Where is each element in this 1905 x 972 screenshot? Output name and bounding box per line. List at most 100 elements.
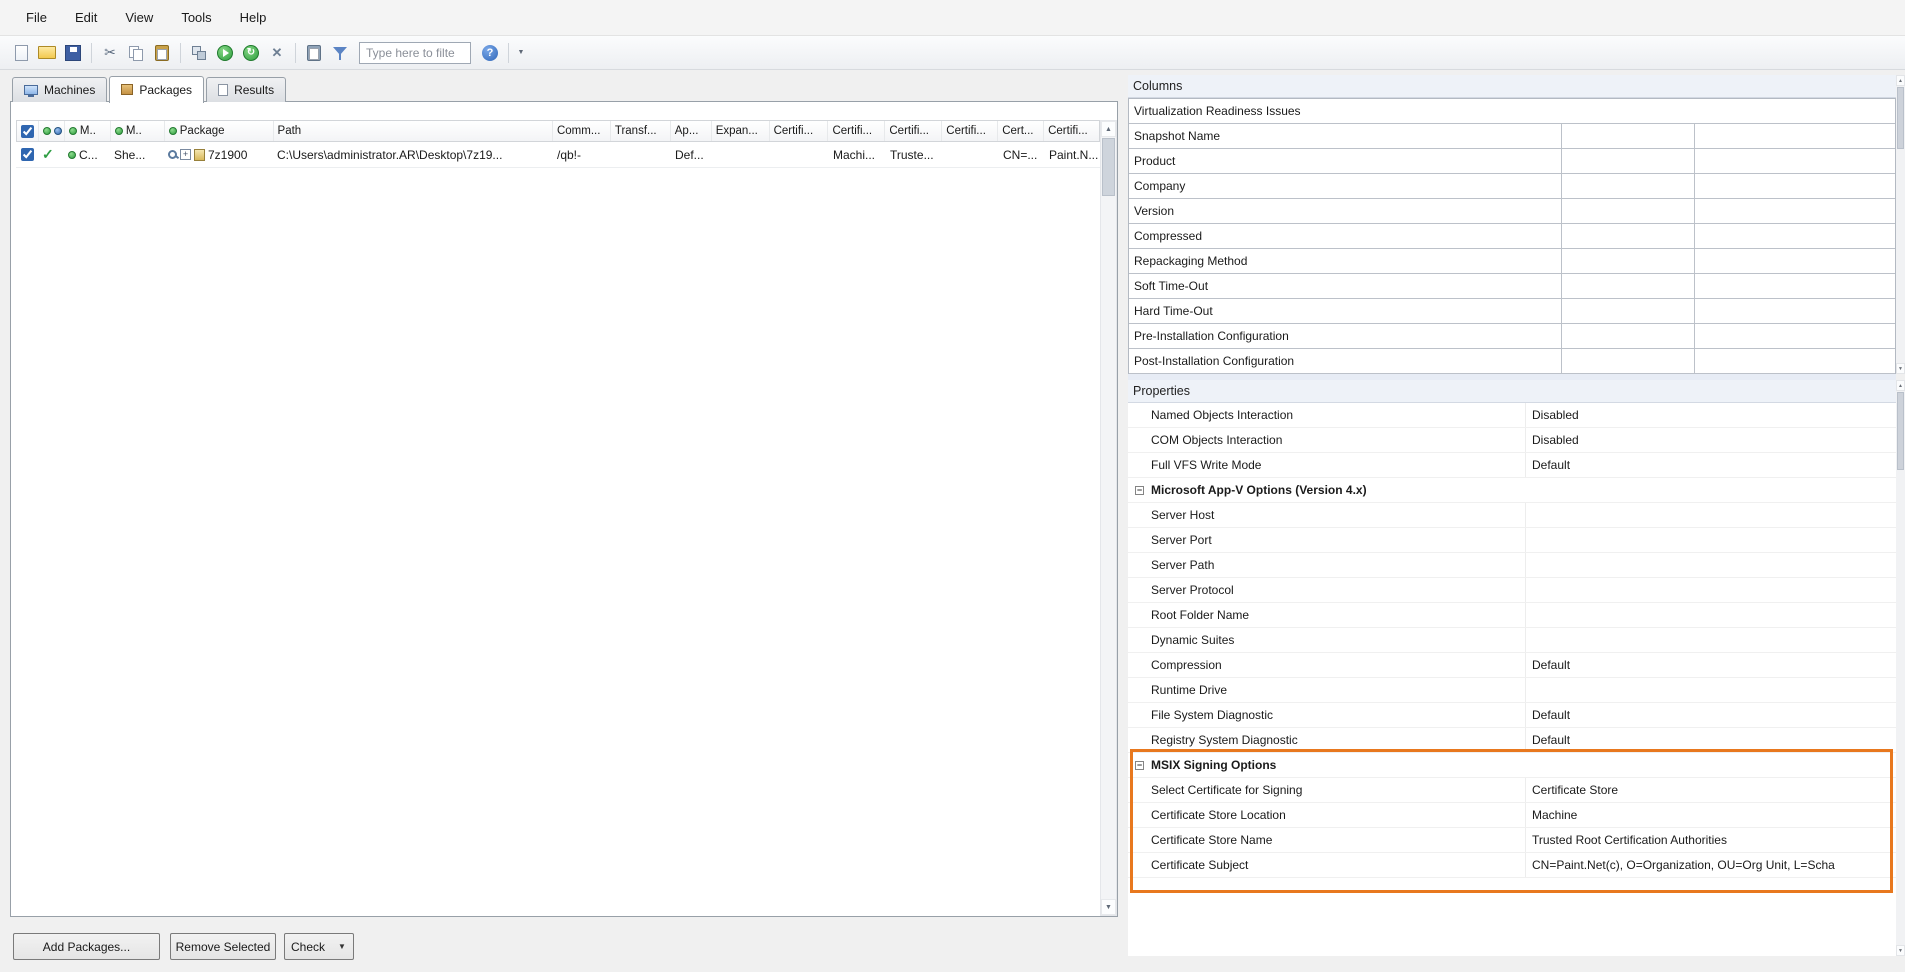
column-header-transform[interactable]: Transf... — [611, 121, 671, 141]
property-row[interactable]: Dynamic Suites — [1128, 628, 1896, 653]
property-row[interactable]: Server Port — [1128, 528, 1896, 553]
copy-icon[interactable] — [124, 41, 148, 65]
columns-row[interactable]: Virtualization Readiness Issues — [1129, 99, 1895, 124]
tab-results[interactable]: Results — [206, 77, 286, 102]
columns-row[interactable]: Hard Time-Out — [1129, 299, 1895, 324]
columns-row[interactable]: Version — [1129, 199, 1895, 224]
menu-edit[interactable]: Edit — [61, 0, 111, 36]
property-value[interactable] — [1525, 628, 1896, 652]
row-checkbox[interactable] — [21, 148, 34, 161]
toolbar-options-icon[interactable]: ▼ — [514, 41, 528, 65]
columns-row[interactable]: Snapshot Name — [1129, 124, 1895, 149]
property-value[interactable] — [1525, 578, 1896, 602]
select-all-checkbox[interactable] — [21, 125, 34, 138]
property-row[interactable]: Select Certificate for SigningCertificat… — [1128, 778, 1896, 803]
column-header-cert3[interactable]: Certifi... — [885, 121, 942, 141]
column-header-cert1[interactable]: Certifi... — [770, 121, 829, 141]
property-value[interactable] — [1525, 678, 1896, 702]
property-row[interactable]: COM Objects InteractionDisabled — [1128, 428, 1896, 453]
column-header-expansion[interactable]: Expan... — [712, 121, 770, 141]
scrollbar-thumb[interactable] — [1897, 87, 1904, 149]
add-packages-button[interactable]: Add Packages... — [13, 933, 160, 960]
property-value[interactable]: Default — [1525, 728, 1896, 752]
property-section-row[interactable]: − Microsoft App-V Options (Version 4.x) — [1128, 478, 1896, 503]
property-row[interactable]: Registry System DiagnosticDefault — [1128, 728, 1896, 753]
scroll-down-icon[interactable]: ▼ — [1896, 363, 1905, 374]
columns-scrollbar[interactable]: ▲ ▼ — [1896, 75, 1905, 374]
column-header-appv[interactable]: Ap... — [671, 121, 712, 141]
property-value[interactable]: Default — [1525, 703, 1896, 727]
scrollbar-thumb[interactable] — [1897, 392, 1904, 470]
new-icon[interactable] — [9, 41, 33, 65]
columns-row[interactable]: Product — [1129, 149, 1895, 174]
property-value[interactable] — [1525, 603, 1896, 627]
property-row[interactable]: CompressionDefault — [1128, 653, 1896, 678]
cut-icon[interactable]: ✂ — [98, 41, 122, 65]
tab-machines[interactable]: Machines — [12, 77, 107, 102]
column-header-command[interactable]: Comm... — [553, 121, 611, 141]
filter-input[interactable] — [359, 42, 471, 64]
property-row[interactable]: Named Objects InteractionDisabled — [1128, 403, 1896, 428]
expand-icon[interactable]: + — [180, 149, 191, 160]
windows-icon[interactable] — [187, 41, 211, 65]
property-row[interactable]: Root Folder Name — [1128, 603, 1896, 628]
scroll-down-icon[interactable]: ▼ — [1896, 945, 1905, 956]
property-row[interactable]: Certificate Store NameTrusted Root Certi… — [1128, 828, 1896, 853]
scrollbar-thumb[interactable] — [1102, 138, 1115, 196]
scroll-up-icon[interactable]: ▲ — [1896, 380, 1905, 391]
column-header-cert4[interactable]: Certifi... — [942, 121, 998, 141]
property-value[interactable] — [1525, 528, 1896, 552]
menu-file[interactable]: File — [12, 0, 61, 36]
property-value[interactable]: Trusted Root Certification Authorities — [1525, 828, 1896, 852]
property-row[interactable]: Server Protocol — [1128, 578, 1896, 603]
property-row[interactable]: Full VFS Write ModeDefault — [1128, 453, 1896, 478]
paste-icon[interactable] — [150, 41, 174, 65]
property-row[interactable]: Runtime Drive — [1128, 678, 1896, 703]
columns-row[interactable]: Soft Time-Out — [1129, 274, 1895, 299]
columns-row[interactable]: Post-Installation Configuration — [1129, 349, 1895, 374]
menu-view[interactable]: View — [111, 0, 167, 36]
column-header-cert6[interactable]: Certifi... — [1044, 121, 1099, 141]
column-header-path[interactable]: Path — [274, 121, 553, 141]
packages-table-scrollbar[interactable]: ▲ ▼ — [1100, 120, 1117, 916]
property-row[interactable]: Server Host — [1128, 503, 1896, 528]
filter-icon[interactable] — [328, 41, 352, 65]
cancel-icon[interactable]: ✕ — [265, 41, 289, 65]
property-value[interactable]: Certificate Store — [1525, 778, 1896, 802]
property-row[interactable]: File System DiagnosticDefault — [1128, 703, 1896, 728]
columns-row[interactable]: Company — [1129, 174, 1895, 199]
columns-row[interactable]: Repackaging Method — [1129, 249, 1895, 274]
property-value[interactable]: CN=Paint.Net(c), O=Organization, OU=Org … — [1525, 853, 1896, 877]
save-icon[interactable] — [61, 41, 85, 65]
open-icon[interactable] — [35, 41, 59, 65]
collapse-icon[interactable]: − — [1135, 486, 1144, 495]
check-button[interactable]: Check — [284, 933, 332, 960]
refresh-icon[interactable]: ↻ — [239, 41, 263, 65]
column-header-cert2[interactable]: Certifi... — [828, 121, 885, 141]
collapse-icon[interactable]: − — [1135, 761, 1144, 770]
check-dropdown-button[interactable]: ▼ — [331, 933, 354, 960]
scroll-up-icon[interactable]: ▲ — [1896, 75, 1905, 86]
property-row[interactable]: Certificate SubjectCN=Paint.Net(c), O=Or… — [1128, 853, 1896, 878]
status-column-header[interactable] — [39, 121, 65, 141]
property-value[interactable]: Disabled — [1525, 403, 1896, 427]
report-icon[interactable] — [302, 41, 326, 65]
help-icon[interactable]: ? — [478, 41, 502, 65]
column-header-m2[interactable]: M.. — [111, 121, 165, 141]
select-all-checkbox-cell[interactable] — [17, 121, 39, 141]
property-value[interactable]: Disabled — [1525, 428, 1896, 452]
property-value[interactable] — [1525, 553, 1896, 577]
remove-selected-button[interactable]: Remove Selected — [170, 933, 276, 960]
property-value[interactable]: Default — [1525, 453, 1896, 477]
column-header-cert5[interactable]: Cert... — [998, 121, 1044, 141]
package-row[interactable]: ✓ C... She... + 7z1900 C:\Users\administ… — [16, 142, 1100, 168]
property-value[interactable]: Default — [1525, 653, 1896, 677]
scroll-up-icon[interactable]: ▲ — [1101, 121, 1116, 137]
columns-row[interactable]: Pre-Installation Configuration — [1129, 324, 1895, 349]
column-header-package[interactable]: Package — [165, 121, 274, 141]
property-section-row[interactable]: − MSIX Signing Options — [1128, 753, 1896, 778]
tab-packages[interactable]: Packages — [109, 76, 204, 103]
scroll-down-icon[interactable]: ▼ — [1101, 899, 1116, 915]
property-row[interactable]: Certificate Store LocationMachine — [1128, 803, 1896, 828]
columns-row[interactable]: Compressed — [1129, 224, 1895, 249]
